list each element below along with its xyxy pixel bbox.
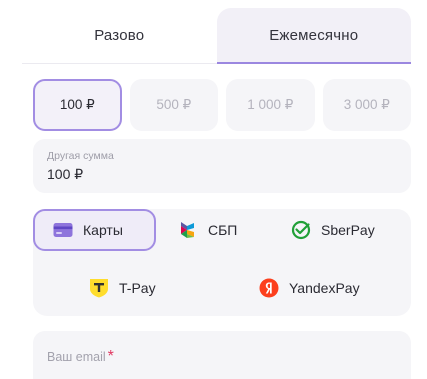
sbp-logo-icon — [178, 220, 198, 240]
payment-methods: Карты СБП SberPay T-Pay YandexPay — [33, 209, 411, 316]
amount-option-100[interactable]: 100 ₽ — [33, 79, 122, 131]
other-amount-label: Другая сумма — [47, 150, 114, 162]
payment-method-yandexpay-label: YandexPay — [289, 280, 360, 296]
tpay-logo-icon — [89, 278, 109, 298]
payment-method-sbp[interactable]: СБП — [178, 210, 268, 250]
tab-monthly-label: Ежемесячно — [269, 26, 359, 44]
card-icon — [53, 220, 73, 240]
other-amount-input[interactable]: 100 ₽ — [47, 166, 247, 183]
payment-method-sbp-label: СБП — [208, 222, 238, 238]
payment-method-tpay[interactable]: T-Pay — [89, 268, 179, 308]
email-field[interactable]: Ваш email * — [33, 331, 411, 379]
payment-method-sberpay[interactable]: SberPay — [291, 210, 403, 250]
payment-method-yandexpay[interactable]: YandexPay — [259, 268, 394, 308]
amount-option-3000[interactable]: 3 000 ₽ — [322, 79, 412, 131]
tab-one-time-label: Разово — [94, 27, 145, 44]
amount-option-500[interactable]: 500 ₽ — [129, 79, 219, 131]
payment-method-sberpay-label: SberPay — [321, 222, 375, 238]
tab-monthly[interactable]: Ежемесячно — [216, 8, 411, 64]
sberpay-logo-icon — [291, 220, 311, 240]
tab-one-time[interactable]: Разово — [22, 8, 217, 64]
yandexpay-logo-icon — [259, 278, 279, 298]
other-amount-field[interactable]: Другая сумма 100 ₽ — [33, 139, 411, 193]
amount-option-1000[interactable]: 1 000 ₽ — [226, 79, 315, 131]
amount-presets: 100 ₽ 500 ₽ 1 000 ₽ 3 000 ₽ — [33, 79, 412, 131]
email-label: Ваш email — [47, 350, 106, 364]
payment-method-cards[interactable]: Карты — [33, 209, 156, 251]
required-mark: * — [107, 348, 114, 365]
payment-method-tpay-label: T-Pay — [119, 280, 156, 296]
payment-method-cards-label: Карты — [83, 222, 123, 238]
frequency-tabs: Разово Ежемесячно — [22, 8, 411, 64]
